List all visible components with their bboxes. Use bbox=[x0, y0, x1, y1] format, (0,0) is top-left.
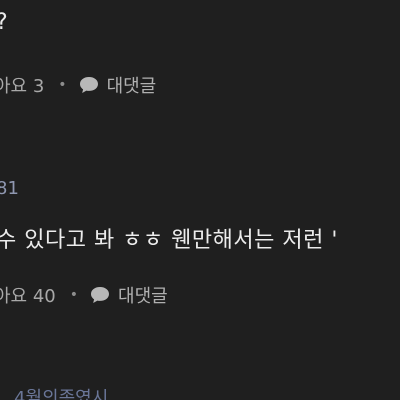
like-button[interactable]: 아요 40 bbox=[0, 282, 56, 308]
like-button[interactable]: 아요 3 bbox=[0, 72, 44, 98]
comment-text: ? bbox=[0, 10, 8, 35]
comment-text: 수 있다고 봐 ㅎㅎ 웬만해서는 저런 ' bbox=[0, 228, 338, 253]
comment-author[interactable]: 81 bbox=[0, 178, 19, 199]
dot-separator: • bbox=[69, 287, 79, 303]
speech-bubble-icon bbox=[91, 287, 110, 303]
comment-actions: 아요 40 • 대댓글 bbox=[0, 282, 168, 308]
reply-button[interactable]: 대댓글 bbox=[107, 72, 157, 98]
comment-author[interactable]: 4월의종였시 bbox=[14, 384, 108, 400]
dot-separator: • bbox=[58, 77, 67, 93]
reply-button[interactable]: 대댓글 bbox=[118, 282, 168, 308]
comment-actions: 아요 3 • 대댓글 bbox=[0, 72, 156, 98]
speech-bubble-icon bbox=[79, 77, 98, 93]
